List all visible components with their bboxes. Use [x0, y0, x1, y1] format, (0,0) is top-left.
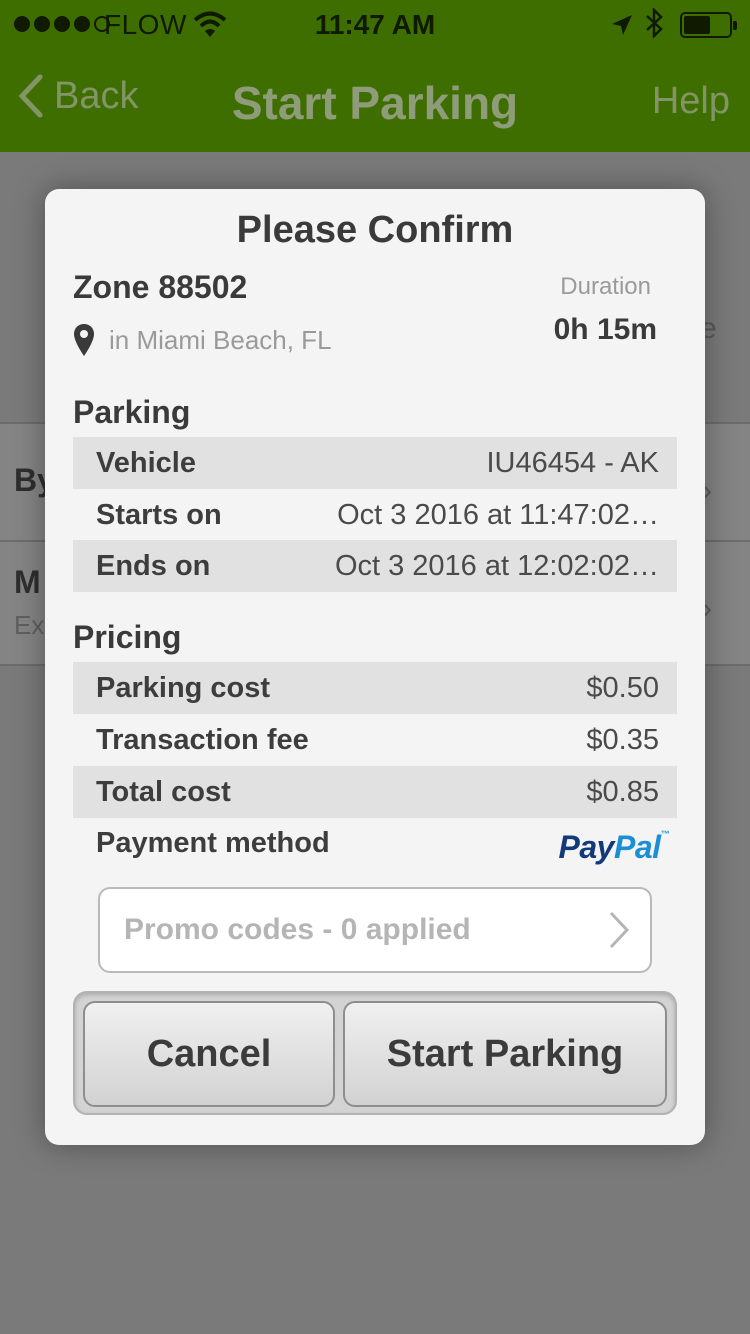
location-text: in Miami Beach, FL: [109, 324, 332, 355]
location-arrow-icon: [610, 12, 634, 44]
row-label: Total cost: [96, 775, 231, 808]
promo-codes-button[interactable]: Promo codes - 0 applied: [98, 887, 652, 973]
bluetooth-icon: [644, 6, 664, 45]
status-bar: FLOW 11:47 AM: [0, 0, 750, 50]
starts-on-row: Starts on Oct 3 2016 at 11:47:02…: [73, 489, 677, 541]
app-header: FLOW 11:47 AM Back Start Parking Help: [0, 0, 750, 152]
start-parking-button[interactable]: Start Parking: [343, 1001, 667, 1107]
status-time: 11:47 AM: [314, 9, 436, 40]
paypal-logo-part: Pay: [558, 829, 615, 865]
cancel-button[interactable]: Cancel: [83, 1001, 335, 1107]
duration-label: Duration: [560, 273, 651, 300]
promo-codes-label: Promo codes - 0 applied: [124, 913, 471, 946]
help-button[interactable]: Help: [652, 80, 730, 123]
vehicle-row: Vehicle IU46454 - AK: [73, 437, 677, 489]
dialog-title: Please Confirm: [236, 209, 514, 251]
chevron-right-icon: [609, 911, 630, 949]
total-cost-row: Total cost $0.85: [73, 766, 677, 818]
pricing-section-heading: Pricing: [73, 619, 182, 655]
row-value: IU46454 - AK: [486, 446, 660, 479]
zone-location: in Miami Beach, FL: [73, 323, 332, 357]
paypal-logo-part: Pal: [613, 829, 661, 865]
transaction-fee-row: Transaction fee $0.35: [73, 714, 677, 766]
row-label: Ends on: [96, 549, 211, 582]
nav-bar: Back Start Parking Help: [0, 50, 750, 152]
ends-on-row: Ends on Oct 3 2016 at 12:02:02…: [73, 540, 677, 592]
row-label: Payment method: [96, 826, 330, 859]
row-label: Vehicle: [96, 446, 196, 479]
map-pin-icon: [74, 324, 94, 356]
row-value: $0.50: [586, 671, 659, 704]
paypal-logo: PayPal™: [558, 829, 670, 866]
row-value: $0.35: [586, 723, 659, 756]
action-button-bar: Cancel Start Parking: [73, 991, 677, 1115]
row-label: Starts on: [96, 498, 222, 531]
page-title: Start Parking: [231, 77, 519, 129]
row-label: Parking cost: [96, 671, 271, 704]
paypal-trademark: ™: [660, 829, 670, 839]
parking-section-heading: Parking: [73, 394, 191, 430]
battery-icon: [680, 12, 737, 38]
row-value: Oct 3 2016 at 12:02:02…: [334, 549, 659, 582]
row-value: Oct 3 2016 at 11:47:02…: [337, 498, 659, 531]
confirm-dialog: Please Confirm Zone 88502 in Miami Beach…: [45, 189, 705, 1145]
parking-cost-row: Parking cost $0.50: [73, 662, 677, 714]
row-label: Transaction fee: [96, 723, 309, 756]
row-value: $0.85: [586, 775, 659, 808]
background-row-label: M: [14, 564, 41, 600]
duration-value: 0h 15m: [553, 313, 657, 346]
battery-nub: [733, 21, 737, 30]
background-row-sublabel: Ex: [14, 610, 45, 640]
zone-number: Zone 88502: [73, 269, 248, 305]
battery-level: [684, 16, 710, 34]
